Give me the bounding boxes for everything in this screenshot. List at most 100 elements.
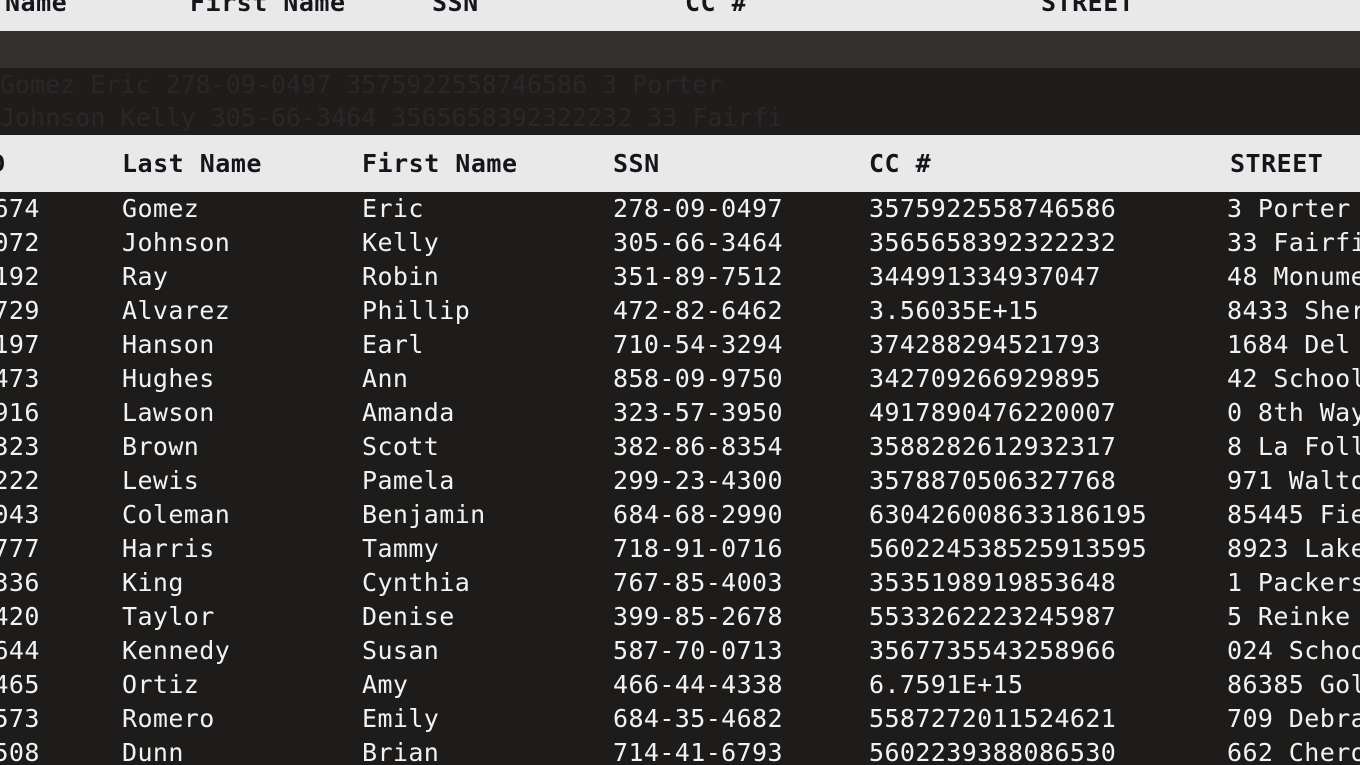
clipped-column-header-cc[interactable]: CC # [685,0,747,31]
cell-first[interactable]: Susan [362,634,439,668]
cell-street[interactable]: 8433 Sher [1227,294,1360,328]
cell-last[interactable]: Hanson [122,328,215,362]
column-header-first-name[interactable]: First Name [362,135,518,192]
cell-ssn[interactable]: 710-54-3294 [613,328,783,362]
cell-last[interactable]: Romero [122,702,215,736]
column-header-street[interactable]: STREET [1230,135,1323,192]
cell-cc[interactable]: 4917890476220007 [869,396,1116,430]
cell-id[interactable]: 9777 [0,532,40,566]
cell-id[interactable]: 7644 [0,634,40,668]
table-body[interactable]: 5674 Gomez Eric 278-09-0497 3575922558746586… [0,192,1360,765]
cell-id[interactable]: 0072 [0,226,40,260]
cell-first[interactable]: Earl [362,328,424,362]
cell-street[interactable]: 3 Porter [1227,192,1351,226]
cell-last[interactable]: Lewis [122,464,199,498]
cell-first[interactable]: Robin [362,260,439,294]
table-row[interactable]: 0072 Johnson Kelly 305-66-3464 3565658392322… [0,226,1360,260]
cell-id[interactable]: 0192 [0,260,40,294]
cell-street[interactable]: 8923 Lake [1227,532,1360,566]
cell-last[interactable]: Johnson [122,226,230,260]
clipped-column-header-street[interactable]: STREET [1041,0,1134,31]
cell-first[interactable]: Pamela [362,464,455,498]
cell-first[interactable]: Emily [362,702,439,736]
cell-id[interactable]: 5674 [0,192,40,226]
cell-street[interactable]: 5 Reinke [1227,600,1351,634]
table-row[interactable]: 9777 Harris Tammy 718-91-0716 56022453852591… [0,532,1360,566]
cell-street[interactable]: 1 Packers [1227,566,1360,600]
cell-first[interactable]: Ann [362,362,408,396]
clipped-column-header-first-name[interactable]: First Name [190,0,346,31]
cell-ssn[interactable]: 399-85-2678 [613,600,783,634]
cell-ssn[interactable]: 718-91-0716 [613,532,783,566]
cell-street[interactable]: 024 Schoo [1227,634,1360,668]
cell-street[interactable]: 1684 Del [1227,328,1351,362]
cell-id[interactable]: 4473 [0,362,40,396]
cell-last[interactable]: Taylor [122,600,215,634]
cell-street[interactable]: 0 8th Way [1227,396,1360,430]
cell-street[interactable]: 86385 Gol [1227,668,1360,702]
cell-id[interactable]: 9916 [0,396,40,430]
cell-street[interactable]: 48 Monume [1227,260,1360,294]
cell-last[interactable]: Harris [122,532,215,566]
cell-street[interactable]: 971 Walto [1227,464,1360,498]
cell-last[interactable]: Brown [122,430,199,464]
table-row[interactable]: 2420 Taylor Denise 399-85-2678 5533262223245… [0,600,1360,634]
cell-cc[interactable]: 5602239388086530 [869,736,1116,765]
cell-cc[interactable]: 6.7591E+15 [869,668,1024,702]
cell-first[interactable]: Kelly [362,226,439,260]
cell-street[interactable]: 709 Debra [1227,702,1360,736]
cell-ssn[interactable]: 684-68-2990 [613,498,783,532]
cell-last[interactable]: Hughes [122,362,215,396]
cell-ssn[interactable]: 684-35-4682 [613,702,783,736]
clipped-column-header-ssn[interactable]: SSN [432,0,479,31]
clipped-column-header-last-name[interactable]: Name [5,0,67,31]
cell-id[interactable]: 0043 [0,498,40,532]
cell-id[interactable]: 5197 [0,328,40,362]
cell-id[interactable]: 7336 [0,566,40,600]
column-header-cc[interactable]: CC # [869,135,931,192]
cell-cc[interactable]: 344991334937047 [869,260,1101,294]
cell-first[interactable]: Phillip [362,294,470,328]
cell-first[interactable]: Tammy [362,532,439,566]
cell-first[interactable]: Brian [362,736,439,765]
cell-first[interactable]: Amy [362,668,408,702]
cell-street[interactable]: 85445 Fie [1227,498,1360,532]
column-header-id[interactable]: D [0,135,6,192]
cell-id[interactable]: 6465 [0,668,40,702]
cell-id[interactable]: 3323 [0,430,40,464]
cell-ssn[interactable]: 858-09-9750 [613,362,783,396]
table-row[interactable]: 5674 Gomez Eric 278-09-0497 3575922558746586… [0,192,1360,226]
cell-cc[interactable]: 342709266929895 [869,362,1101,396]
cell-id[interactable]: 3729 [0,294,40,328]
cell-cc[interactable]: 3567735543258966 [869,634,1116,668]
table-row[interactable]: 8573 Romero Emily 684-35-4682 55872720115246… [0,702,1360,736]
cell-first[interactable]: Scott [362,430,439,464]
cell-cc[interactable]: 3575922558746586 [869,192,1116,226]
table-row[interactable]: 4222 Lewis Pamela 299-23-4300 35788705063277… [0,464,1360,498]
cell-cc[interactable]: 560224538525913595 [869,532,1147,566]
column-header-last-name[interactable]: Last Name [122,135,262,192]
cell-ssn[interactable]: 587-70-0713 [613,634,783,668]
cell-street[interactable]: 42 School [1227,362,1360,396]
column-header-ssn[interactable]: SSN [613,135,660,192]
cell-street[interactable]: 8 La Foll [1227,430,1360,464]
cell-id[interactable]: 2420 [0,600,40,634]
cell-last[interactable]: Coleman [122,498,230,532]
cell-last[interactable]: Ray [122,260,168,294]
table-row[interactable]: 7336 King Cynthia 767-85-4003 35351989198536… [0,566,1360,600]
cell-first[interactable]: Denise [362,600,455,634]
table-row[interactable]: 5508 Dunn Brian 714-41-6793 5602239388086530… [0,736,1360,765]
cell-ssn[interactable]: 323-57-3950 [613,396,783,430]
cell-first[interactable]: Cynthia [362,566,470,600]
cell-last[interactable]: King [122,566,184,600]
cell-cc[interactable]: 5533262223245987 [869,600,1116,634]
table-row[interactable]: 5197 Hanson Earl 710-54-3294 374288294521793… [0,328,1360,362]
table-row[interactable]: 7644 Kennedy Susan 587-70-0713 3567735543258… [0,634,1360,668]
cell-cc[interactable]: 3565658392322232 [869,226,1116,260]
cell-cc[interactable]: 5587272011524621 [869,702,1116,736]
table-row[interactable]: 6465 Ortiz Amy 466-44-4338 6.7591E+15 86385 G… [0,668,1360,702]
cell-ssn[interactable]: 305-66-3464 [613,226,783,260]
cell-first[interactable]: Eric [362,192,424,226]
cell-last[interactable]: Kennedy [122,634,230,668]
cell-cc[interactable]: 3535198919853648 [869,566,1116,600]
